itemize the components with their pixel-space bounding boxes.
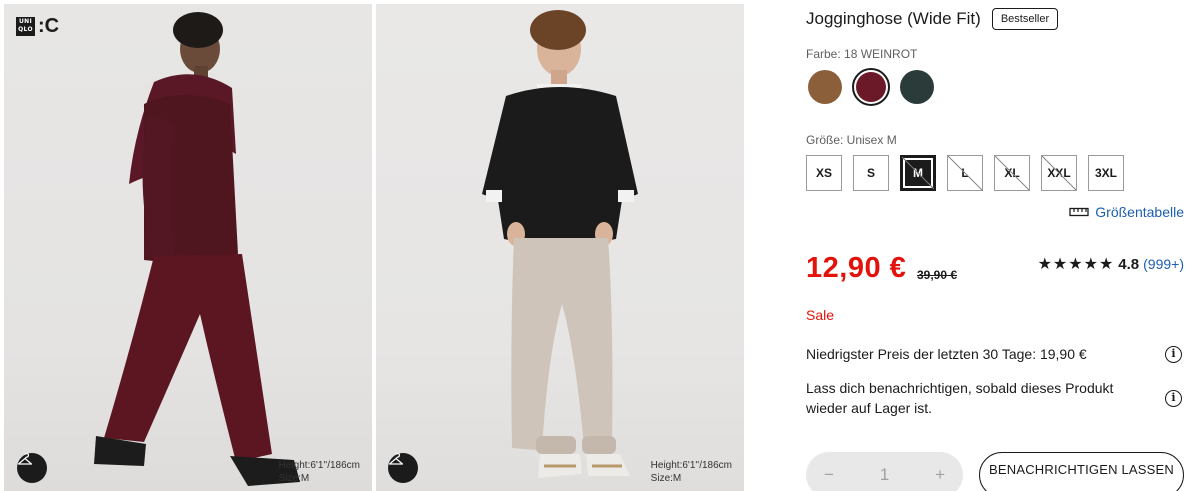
uniqlo-logo-box: UNI QLO [16,16,35,36]
model-info: Height:6'1''/186cm Size:M [651,459,732,485]
size-label: Größe: Unisex M [806,133,897,147]
title-row: Jogginghose (Wide Fit) Bestseller [806,8,1059,30]
quantity-value[interactable]: 1 [880,465,889,485]
model-size: Size:M [650,473,682,484]
stock-notify-row: Lass dich benachrichtigen, sobald dieses… [806,378,1182,418]
size-option-xxl[interactable]: XXL [1041,155,1077,191]
info-icon[interactable]: i [1165,345,1182,363]
uniqlo-c-logo[interactable]: UNI QLO :C [16,16,59,36]
sale-label: Sale [806,307,835,323]
model-standing-illustration [482,10,638,478]
quantity-stepper: − 1 + [806,452,963,491]
bestseller-badge: Bestseller [991,8,1059,30]
lowest-price-text: Niedrigster Preis der letzten 30 Tage: 1… [806,346,1087,362]
model-info: Height:6'1''/186cm Size:M [279,459,360,485]
model-height: Height:6'1''/186cm [650,460,732,471]
color-swatches [806,68,936,106]
original-price: 39,90 € [917,268,958,282]
size-option-xl[interactable]: XL [994,155,1030,191]
size-options: XS S M L XL XXL 3XL [806,155,1124,191]
current-price: 12,90 € [806,252,907,284]
notify-me-button[interactable]: BENACHRICHTIGEN LASSEN [979,452,1184,491]
size-chart-link[interactable]: Größentabelle [1069,204,1184,220]
color-swatch-brown[interactable] [806,68,844,106]
decrement-button[interactable]: − [824,465,834,485]
increment-button[interactable]: + [935,465,945,485]
product-title: Jogginghose (Wide Fit) [806,9,981,28]
size-option-s[interactable]: S [853,155,889,191]
color-swatch-wine-red[interactable] [852,68,890,106]
size-option-xs[interactable]: XS [806,155,842,191]
model-height: Height:6'1''/186cm [278,460,360,471]
model-size: Size:M [278,473,310,484]
star-rating-icon: ★★★★★ [1037,256,1115,273]
product-gallery: UNI QLO :C Height:6'1''/186cm Size:M Hei… [0,0,748,491]
swatch-dot [900,70,934,104]
color-swatch-dark-green[interactable] [898,68,936,106]
size-chart-label: Größentabelle [1095,204,1184,220]
color-label: Farbe: 18 WEINROT [806,47,918,61]
rating-value: 4.8 [1118,255,1140,273]
lowest-price-row: Niedrigster Preis der letzten 30 Tage: 1… [806,344,1182,364]
ruler-icon [1069,207,1089,217]
review-count-link[interactable]: (999+) [1143,256,1184,272]
product-image-1[interactable]: UNI QLO :C Height:6'1''/186cm Size:M [4,4,372,491]
hanger-icon[interactable] [388,453,418,483]
swatch-dot [808,70,842,104]
swatch-dot [856,72,886,102]
model-walking-illustration [94,12,300,486]
product-details-panel: Jogginghose (Wide Fit) Bestseller Farbe:… [806,0,1186,491]
size-option-m[interactable]: M [900,155,936,191]
product-image-2[interactable]: Height:6'1''/186cm Size:M [376,4,744,491]
rating[interactable]: ★★★★★ 4.8 (999+) [1038,254,1184,274]
logo-suffix: :C [38,15,60,37]
size-option-l[interactable]: L [947,155,983,191]
stock-notify-text: Lass dich benachrichtigen, sobald dieses… [806,380,1114,416]
info-icon[interactable]: i [1165,389,1182,407]
hanger-icon[interactable] [17,453,47,483]
size-option-3xl[interactable]: 3XL [1088,155,1124,191]
